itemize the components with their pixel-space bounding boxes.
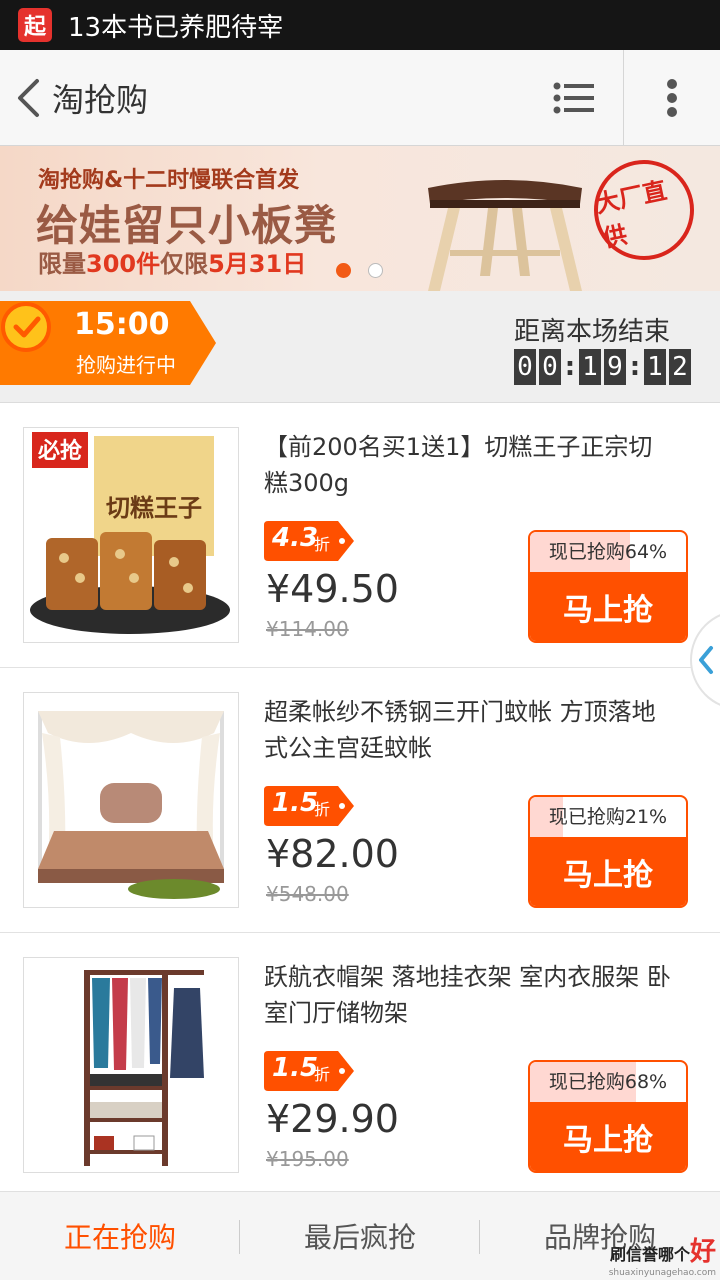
chevron-left-icon: [699, 646, 713, 674]
original-price: ¥195.00: [266, 1147, 349, 1171]
countdown-digit: 9: [604, 349, 626, 385]
countdown-separator: :: [629, 352, 641, 382]
original-price: ¥548.00: [266, 882, 349, 906]
countdown-digit: 1: [644, 349, 666, 385]
product-price: ¥29.90: [266, 1097, 399, 1141]
product-price: ¥49.50: [266, 567, 399, 611]
app-notification-icon: 起: [18, 8, 52, 42]
product-item[interactable]: 超柔帐纱不锈钢三开门蚊帐 方顶落地式公主宫廷蚊帐 1.5 折 ¥82.00 ¥5…: [0, 668, 720, 933]
session-time-tag[interactable]: 15:00 抢购进行中: [0, 301, 216, 385]
session-status: 抢购进行中: [76, 353, 176, 377]
sold-percent: 现已抢购21%: [548, 806, 668, 828]
tab-divider: [239, 1220, 240, 1254]
back-button[interactable]: [4, 50, 52, 146]
product-image[interactable]: [23, 692, 239, 908]
notification-text: 13本书已养肥待宰: [68, 12, 284, 43]
banner-limit: 限量300件仅限5月31日: [38, 250, 307, 278]
buy-box[interactable]: 现已抢购64% 马上抢: [528, 530, 688, 643]
product-title[interactable]: 【前200名买1送1】切糕王子正宗切糕300g: [264, 429, 674, 501]
buy-now-button[interactable]: 马上抢: [530, 572, 686, 641]
countdown-digit: 2: [669, 349, 691, 385]
countdown-timer: 0 0 : 1 9 : 1 2: [514, 349, 694, 385]
product-title[interactable]: 跃航衣帽架 落地挂衣架 室内衣服架 卧室门厅储物架: [264, 959, 674, 1031]
buy-box[interactable]: 现已抢购68% 马上抢: [528, 1060, 688, 1173]
more-options-button[interactable]: [624, 50, 720, 146]
product-title[interactable]: 超柔帐纱不锈钢三开门蚊帐 方顶落地式公主宫廷蚊帐: [264, 694, 674, 766]
original-price: ¥114.00: [266, 617, 349, 641]
page-title: 淘抢购: [52, 80, 149, 119]
product-item[interactable]: 跃航衣帽架 落地挂衣架 室内衣服架 卧室门厅储物架 1.5 折 ¥29.90 ¥…: [0, 933, 720, 1198]
nav-bar: 淘抢购: [0, 49, 720, 146]
status-bar: 起 13本书已养肥待宰: [0, 0, 720, 50]
brand-seal: 大厂直供: [584, 150, 704, 270]
tab-now-selling[interactable]: 正在抢购: [0, 1216, 240, 1256]
watermark: 刷信誉哪个好 shuaxinyunagehao.com: [608, 1237, 716, 1278]
countdown-digit: 0: [539, 349, 561, 385]
sold-percent: 现已抢购68%: [548, 1071, 668, 1093]
countdown-separator: :: [564, 352, 576, 382]
product-list: 必抢 切糕王子 【前200名买1送1】切糕王子正宗切糕300g 4.3 折 ¥4…: [0, 403, 720, 1198]
list-menu-button[interactable]: [524, 49, 624, 146]
canopy-bed-image: [38, 711, 224, 899]
countdown-digit: 0: [514, 349, 536, 385]
discount-value: 1.5: [272, 788, 319, 818]
svg-text:切糕王子: 切糕王子: [106, 494, 202, 522]
discount-unit: 折: [314, 800, 331, 819]
product-image[interactable]: 必抢 切糕王子: [23, 427, 239, 643]
bottom-tab-bar: 正在抢购 最后疯抢 品牌抢购 刷信誉哪个好 shuaxinyunagehao.c…: [0, 1191, 720, 1280]
tab-divider: [479, 1220, 480, 1254]
product-image[interactable]: [23, 957, 239, 1173]
clock-icon: [1, 302, 51, 352]
stool-image: [428, 180, 582, 291]
banner-subtitle: 淘抢购&十二时慢联合首发: [38, 168, 300, 193]
session-time: 15:00: [74, 307, 170, 342]
countdown-label: 距离本场结束: [514, 317, 671, 347]
svg-text:必抢: 必抢: [38, 438, 83, 464]
nut-cake-image: 必抢 切糕王子: [30, 432, 230, 634]
buy-box[interactable]: 现已抢购21% 马上抢: [528, 795, 688, 908]
discount-unit: 折: [314, 1065, 331, 1084]
more-vertical-icon: [667, 78, 677, 117]
promo-banner[interactable]: 淘抢购&十二时慢联合首发 给娃留只小板凳 限量300件仅限5月31日 大厂直供: [0, 146, 720, 291]
discount-value: 4.3: [272, 523, 319, 553]
product-item[interactable]: 必抢 切糕王子 【前200名买1送1】切糕王子正宗切糕300g 4.3 折 ¥4…: [0, 403, 720, 668]
chevron-left-icon: [18, 78, 39, 117]
carousel-dot-active[interactable]: [336, 263, 351, 278]
buy-now-button[interactable]: 马上抢: [530, 837, 686, 906]
session-bar: 15:00 抢购进行中 距离本场结束 0 0 : 1 9 : 1 2: [0, 291, 720, 403]
clothes-rack-image: [84, 970, 204, 1166]
list-icon: [553, 82, 594, 113]
countdown-digit: 1: [579, 349, 601, 385]
carousel-dot[interactable]: [368, 263, 383, 278]
buy-now-button[interactable]: 马上抢: [530, 1102, 686, 1171]
tab-last-chance[interactable]: 最后疯抢: [240, 1216, 480, 1256]
discount-value: 1.5: [272, 1053, 319, 1083]
discount-unit: 折: [314, 535, 331, 554]
product-price: ¥82.00: [266, 832, 399, 876]
sold-percent: 现已抢购64%: [548, 541, 668, 563]
